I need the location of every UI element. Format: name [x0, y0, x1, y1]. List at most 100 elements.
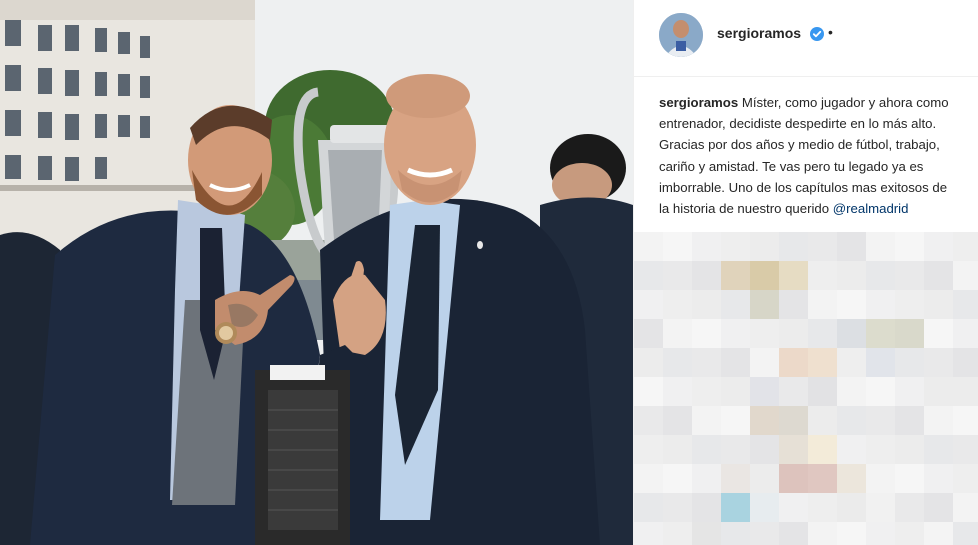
mosaic-cell: [779, 406, 808, 435]
mosaic-cell: [953, 435, 978, 464]
mosaic-cell: [953, 493, 978, 522]
mosaic-cell: [808, 290, 837, 319]
mosaic-cell: [663, 522, 692, 545]
pixelated-comments-area: [634, 232, 978, 545]
mosaic-cell: [634, 493, 663, 522]
post-sidebar: sergioramos • sergioramos Míster, como j…: [633, 0, 978, 545]
mosaic-cell: [634, 319, 663, 348]
mosaic-cell: [663, 493, 692, 522]
mosaic-cell: [779, 493, 808, 522]
mosaic-cell: [663, 435, 692, 464]
caption-mention-link[interactable]: @realmadrid: [833, 201, 909, 216]
mosaic-cell: [953, 261, 978, 290]
mosaic-cell: [953, 232, 978, 261]
mosaic-cell: [953, 406, 978, 435]
mosaic-cell: [866, 406, 895, 435]
mosaic-cell: [634, 522, 663, 545]
header-username[interactable]: sergioramos: [717, 25, 801, 41]
mosaic-cell: [750, 464, 779, 493]
mosaic-cell: [837, 232, 866, 261]
mosaic-cell: [750, 406, 779, 435]
mosaic-cell: [692, 348, 721, 377]
mosaic-cell: [750, 377, 779, 406]
mosaic-cell: [808, 522, 837, 545]
post-header: sergioramos •: [634, 0, 978, 77]
mosaic-cell: [808, 319, 837, 348]
verified-badge-icon: [810, 27, 824, 41]
mosaic-cell: [808, 261, 837, 290]
mosaic-cell: [721, 348, 750, 377]
mosaic-cell: [837, 261, 866, 290]
mosaic-cell: [808, 232, 837, 261]
mosaic-cell: [779, 319, 808, 348]
mosaic-cell: [895, 464, 924, 493]
mosaic-cell: [924, 377, 953, 406]
avatar[interactable]: [659, 13, 703, 57]
mosaic-cell: [895, 522, 924, 545]
post-photo-illustration: [0, 0, 633, 545]
mosaic-cell: [750, 522, 779, 545]
mosaic-cell: [721, 232, 750, 261]
mosaic-cell: [721, 290, 750, 319]
mosaic-cell: [895, 232, 924, 261]
mosaic-cell: [866, 435, 895, 464]
mosaic-cell: [721, 319, 750, 348]
mosaic-cell: [663, 261, 692, 290]
mosaic-cell: [663, 377, 692, 406]
mosaic-cell: [721, 261, 750, 290]
post-caption: sergioramos Míster, como jugador y ahora…: [659, 92, 959, 219]
mosaic-cell: [866, 464, 895, 493]
mosaic-cell: [692, 522, 721, 545]
mosaic-cell: [924, 406, 953, 435]
mosaic-cell: [808, 406, 837, 435]
mosaic-cell: [750, 348, 779, 377]
mosaic-cell: [953, 290, 978, 319]
mosaic-cell: [866, 493, 895, 522]
mosaic-cell: [663, 319, 692, 348]
mosaic-cell: [750, 319, 779, 348]
mosaic-cell: [692, 290, 721, 319]
mosaic-cell: [895, 348, 924, 377]
mosaic-cell: [663, 406, 692, 435]
mosaic-cell: [837, 493, 866, 522]
mosaic-cell: [779, 348, 808, 377]
mosaic-cell: [837, 377, 866, 406]
caption-text: Míster, como jugador y ahora como entren…: [659, 95, 949, 217]
mosaic-cell: [750, 493, 779, 522]
mosaic-cell: [953, 377, 978, 406]
mosaic-cell: [808, 377, 837, 406]
mosaic-cell: [750, 290, 779, 319]
mosaic-cell: [808, 464, 837, 493]
mosaic-cell: [663, 348, 692, 377]
mosaic-cell: [837, 319, 866, 348]
mosaic-cell: [837, 406, 866, 435]
mosaic-cell: [895, 319, 924, 348]
mosaic-cell: [692, 232, 721, 261]
mosaic-cell: [779, 290, 808, 319]
avatar-image: [659, 13, 703, 57]
mosaic-cell: [895, 406, 924, 435]
mosaic-cell: [808, 435, 837, 464]
mosaic-cell: [692, 261, 721, 290]
mosaic-cell: [692, 377, 721, 406]
mosaic-cell: [808, 348, 837, 377]
mosaic-cell: [924, 290, 953, 319]
mosaic-cell: [924, 261, 953, 290]
mosaic-cell: [895, 435, 924, 464]
mosaic-cell: [866, 290, 895, 319]
mosaic-cell: [953, 522, 978, 545]
mosaic-cell: [750, 261, 779, 290]
mosaic-cell: [663, 290, 692, 319]
mosaic-cell: [634, 348, 663, 377]
post-photo[interactable]: [0, 0, 633, 545]
mosaic-cell: [895, 290, 924, 319]
caption-username[interactable]: sergioramos: [659, 95, 738, 110]
mosaic-cell: [750, 435, 779, 464]
mosaic-cell: [634, 435, 663, 464]
header-separator: •: [828, 24, 833, 40]
mosaic-cell: [837, 290, 866, 319]
mosaic-cell: [779, 435, 808, 464]
mosaic-cell: [779, 377, 808, 406]
mosaic-cell: [721, 493, 750, 522]
mosaic-cell: [634, 232, 663, 261]
